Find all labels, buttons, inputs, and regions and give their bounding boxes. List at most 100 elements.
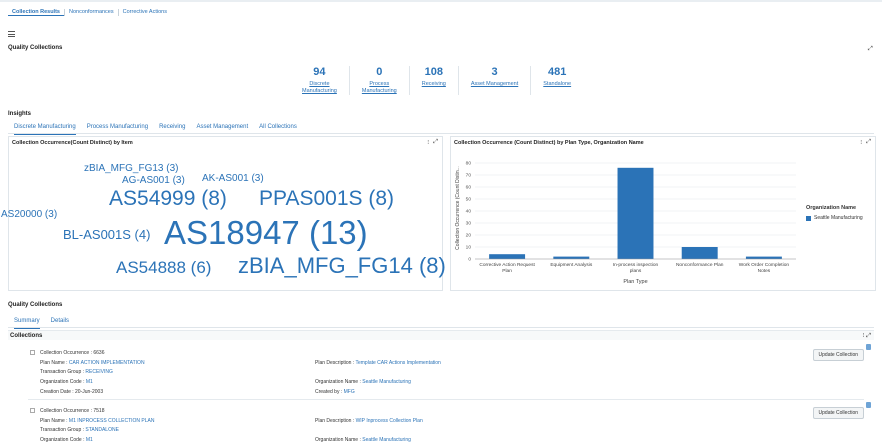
org-name-value[interactable]: Seattle Manufacturing <box>362 379 411 385</box>
created-by-value[interactable]: MFG <box>344 389 355 395</box>
insights-tabs-divider <box>8 133 874 134</box>
update-collection-button[interactable]: Update Collection <box>812 349 864 361</box>
y-tick-label: 20 <box>466 233 472 239</box>
stat-label[interactable]: Process <box>362 81 397 88</box>
plan-desc-row: Plan Description : Template CAR Actions … <box>315 360 441 366</box>
stats-row: 94 Discrete Manufacturing 0 Process Manu… <box>290 66 583 95</box>
cloud-word[interactable]: PPAS001S (8) <box>259 187 394 211</box>
bar[interactable] <box>745 256 782 259</box>
stat-standalone[interactable]: 481 Standalone <box>530 66 583 95</box>
cloud-word[interactable]: AS54888 (6) <box>116 258 211 278</box>
stat-label[interactable]: Standalone <box>543 81 571 88</box>
cloud-word[interactable]: AG-AS001 (3) <box>122 175 185 186</box>
bar[interactable] <box>489 254 526 259</box>
y-tick-label: 10 <box>466 245 472 251</box>
plan-name-label: Plan Name : <box>40 418 69 424</box>
stat-asset-management[interactable]: 3 Asset Management <box>457 66 530 95</box>
x-tick-label: Corrective Action Request <box>479 262 535 268</box>
org-code-row: Organization Code : M1 <box>40 437 93 443</box>
plan-name-row: Plan Name : CAR ACTION IMPLEMENTATION <box>40 360 145 366</box>
org-code-value[interactable]: M1 <box>86 437 93 443</box>
x-tick-label: Plan <box>502 268 512 274</box>
tab-corrective-actions[interactable]: Corrective Actions <box>117 9 171 16</box>
org-name-label: Organization Name : <box>315 437 363 443</box>
plan-name-link[interactable]: CAR ACTION IMPLEMENTATION <box>69 360 145 366</box>
bar[interactable] <box>553 256 590 259</box>
expand-icon[interactable]: ⤢ <box>868 46 873 53</box>
update-collection-button[interactable]: Update Collection <box>812 407 864 419</box>
cloud-word[interactable]: AS54999 (8) <box>109 187 227 211</box>
expand-icon[interactable]: ⤢ <box>866 333 871 339</box>
x-tick-label: Notes <box>758 268 771 274</box>
document-icon[interactable] <box>866 402 871 408</box>
more-actions-icon[interactable]: ⁝ <box>863 333 865 339</box>
stat-label[interactable]: Receiving <box>422 81 446 88</box>
more-actions-icon[interactable]: ⁝ <box>427 139 429 146</box>
card-checkbox[interactable] <box>30 350 35 355</box>
qc-tabs-divider <box>8 327 874 328</box>
bar[interactable] <box>617 167 654 259</box>
stat-receiving[interactable]: 108 Receiving <box>408 66 458 95</box>
stat-value: 481 <box>548 66 567 78</box>
cloud-word[interactable]: AK-AS001 (3) <box>202 173 264 184</box>
x-tick-label: Nonconformance Plan <box>676 262 724 268</box>
org-name-row: Organization Name : Seattle Manufacturin… <box>315 437 411 443</box>
plan-desc-value[interactable]: Template CAR Actions Implementation <box>355 360 440 366</box>
stat-label[interactable]: Manufacturing <box>302 88 337 95</box>
stat-value: 94 <box>313 66 326 78</box>
tab-nonconformances[interactable]: Nonconformances <box>63 9 118 16</box>
quality-collections-2-title: Quality Collections <box>8 302 63 308</box>
cloud-word[interactable]: AS18947 (13) <box>164 214 368 252</box>
x-tick-label: plans <box>630 268 642 274</box>
stat-label[interactable]: Manufacturing <box>362 88 397 95</box>
cloud-word[interactable]: BL-AS001S (4) <box>63 227 150 242</box>
plan-desc-row: Plan Description : WIP Inprocess Collect… <box>315 418 423 424</box>
bar-chart-panel-icons: ⁝ ⤢ <box>860 139 871 146</box>
legend-item[interactable]: Seattle Manufacturing <box>806 215 863 221</box>
word-cloud-title: Collection Occurrence(Count Distinct) by… <box>12 140 133 146</box>
stat-process-manufacturing[interactable]: 0 Process Manufacturing <box>348 66 409 95</box>
cloud-word[interactable]: zBIA_MFG_FG13 (3) <box>84 163 178 174</box>
legend-swatch <box>806 215 811 221</box>
org-code-label: Organization Code : <box>40 379 86 385</box>
org-code-row: Organization Code : M1 <box>40 379 93 385</box>
stat-label[interactable]: Discrete <box>302 81 337 88</box>
cloud-word[interactable]: zBIA_MFG_FG14 (8) <box>238 253 446 279</box>
org-name-row: Organization Name : Seattle Manufacturin… <box>315 379 411 385</box>
collection-occurrence: Collection Occurrence : 7518 <box>40 408 105 414</box>
plan-name-link[interactable]: M1 INPROCESS COLLECTION PLAN <box>69 418 155 424</box>
txn-group-row: Transaction Group : RECEIVING <box>40 369 113 375</box>
plan-desc-value[interactable]: WIP Inprocess Collection Plan <box>356 418 423 424</box>
expand-icon[interactable]: ⤢ <box>866 139 871 146</box>
txn-group-value[interactable]: STANDALONE <box>85 427 119 433</box>
cloud-word[interactable]: AS20000 (3) <box>1 209 57 220</box>
stat-value: 3 <box>491 66 498 78</box>
y-tick-label: 50 <box>466 197 472 203</box>
tab-collection-results[interactable]: Collection Results <box>8 9 64 16</box>
collection-card: Collection Occurrence : 6636 Plan Name :… <box>28 344 871 400</box>
stat-value: 0 <box>376 66 383 78</box>
bar-chart-svg: 0 10 20 30 40 50 60 70 80 Collection Occurrence (… <box>455 161 796 285</box>
card-checkbox[interactable] <box>30 408 35 413</box>
txn-group-value[interactable]: RECEIVING <box>85 369 113 375</box>
x-tick-label: Equipment Analysis <box>550 262 592 268</box>
org-code-value[interactable]: M1 <box>86 379 93 385</box>
txn-group-label: Transaction Group : <box>40 427 86 433</box>
org-code-label: Organization Code : <box>40 437 86 443</box>
more-actions-icon[interactable]: ⁝ <box>860 139 862 146</box>
bar-chart-panel: Collection Occurrence (Count Distinct) b… <box>450 136 876 291</box>
collection-occurrence: Collection Occurrence : 6636 <box>40 350 105 356</box>
expand-icon[interactable]: ⤢ <box>433 139 438 146</box>
bar[interactable] <box>681 247 718 259</box>
txn-group-label: Transaction Group : <box>40 369 86 375</box>
document-icon[interactable] <box>866 344 871 350</box>
insights-title: Insights <box>8 111 32 117</box>
top-tabs: Collection Results Nonconformances Corre… <box>8 9 171 16</box>
stat-discrete-manufacturing[interactable]: 94 Discrete Manufacturing <box>290 66 349 95</box>
hamburger-menu-icon[interactable] <box>8 31 15 37</box>
collections-header: Collections ⁝ ⤢ <box>8 330 874 340</box>
org-name-value[interactable]: Seattle Manufacturing <box>362 437 411 443</box>
y-tick-label: 60 <box>466 185 472 191</box>
created-by-label: Created by : <box>315 389 344 395</box>
stat-label[interactable]: Asset Management <box>471 81 518 88</box>
